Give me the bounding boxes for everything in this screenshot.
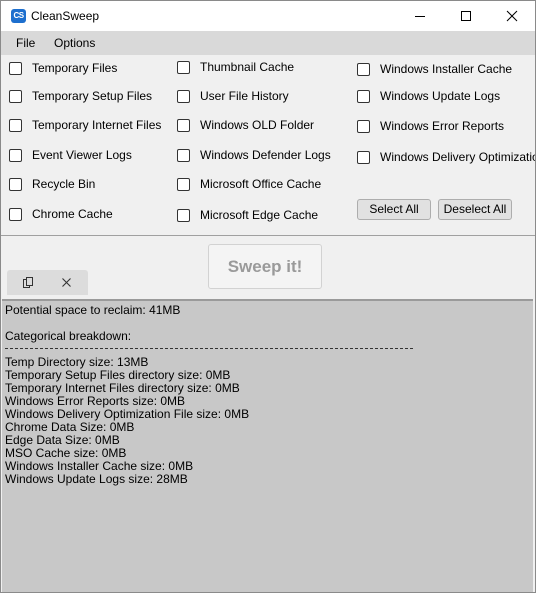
checkbox-temporary-setup-files[interactable]: Temporary Setup Files bbox=[9, 87, 152, 105]
checkbox-label: Windows OLD Folder bbox=[200, 118, 315, 132]
copy-icon[interactable] bbox=[23, 277, 33, 288]
checkbox-box[interactable] bbox=[9, 148, 22, 162]
checkbox-box[interactable] bbox=[177, 148, 190, 162]
checkbox-recycle-bin[interactable]: Recycle Bin bbox=[9, 175, 95, 193]
checkbox-event-viewer-logs[interactable]: Event Viewer Logs bbox=[9, 146, 132, 164]
deselect-all-button[interactable]: Deselect All bbox=[438, 199, 512, 220]
checkbox-label: Temporary Setup Files bbox=[32, 89, 153, 103]
checkbox-temporary-files[interactable]: Temporary Files bbox=[9, 59, 117, 77]
checkbox-box[interactable] bbox=[357, 119, 370, 133]
menu-options[interactable]: Options bbox=[54, 36, 95, 50]
app-logo-icon: CS bbox=[11, 9, 26, 23]
checkbox-temporary-internet-files[interactable]: Temporary Internet Files bbox=[9, 116, 161, 134]
checkbox-windows-update-logs[interactable]: Windows Update Logs bbox=[357, 87, 500, 105]
checkbox-box[interactable] bbox=[177, 208, 190, 222]
checkbox-label: Microsoft Edge Cache bbox=[200, 208, 319, 222]
checkbox-microsoft-office-cache[interactable]: Microsoft Office Cache bbox=[177, 175, 321, 193]
checkbox-label: Windows Update Logs bbox=[380, 89, 501, 103]
checkbox-label: Temporary Files bbox=[32, 61, 118, 75]
checkbox-windows-old-folder[interactable]: Windows OLD Folder bbox=[177, 116, 314, 134]
checkbox-box[interactable] bbox=[9, 207, 22, 221]
checkbox-box[interactable] bbox=[177, 118, 190, 132]
output-panel[interactable]: Potential space to reclaim: 41MB Categor… bbox=[2, 299, 533, 592]
sweep-button[interactable]: Sweep it! bbox=[208, 244, 322, 289]
checkbox-box[interactable] bbox=[177, 60, 190, 74]
checkbox-windows-installer-cache[interactable]: Windows Installer Cache bbox=[357, 60, 512, 78]
section-divider bbox=[1, 235, 535, 236]
checkbox-windows-error-reports[interactable]: Windows Error Reports bbox=[357, 117, 504, 135]
maximize-icon bbox=[461, 11, 471, 21]
checkbox-label: Chrome Cache bbox=[32, 207, 113, 221]
checkbox-windows-delivery-optimization[interactable]: Windows Delivery Optimization bbox=[357, 148, 536, 166]
checkbox-thumbnail-cache[interactable]: Thumbnail Cache bbox=[177, 58, 294, 76]
select-all-button[interactable]: Select All bbox=[357, 199, 431, 220]
checkbox-label: Windows Defender Logs bbox=[200, 148, 331, 162]
output-text: Potential space to reclaim: 41MB Categor… bbox=[5, 304, 249, 486]
checkbox-label: User File History bbox=[200, 89, 289, 103]
checkbox-label: Temporary Internet Files bbox=[32, 118, 162, 132]
breakdown-heading: Categorical breakdown: bbox=[5, 329, 132, 343]
checkbox-box[interactable] bbox=[177, 89, 190, 103]
checkbox-box[interactable] bbox=[357, 150, 370, 164]
checkbox-box[interactable] bbox=[9, 61, 22, 75]
potential-space-line: Potential space to reclaim: 41MB bbox=[5, 303, 181, 317]
checkbox-label: Event Viewer Logs bbox=[32, 148, 132, 162]
checkbox-label: Microsoft Office Cache bbox=[200, 177, 322, 191]
checkbox-windows-defender-logs[interactable]: Windows Defender Logs bbox=[177, 146, 331, 164]
title-bar: CS CleanSweep bbox=[1, 1, 535, 31]
checkbox-box[interactable] bbox=[9, 177, 22, 191]
checkbox-box[interactable] bbox=[357, 62, 370, 76]
checkbox-user-file-history[interactable]: User File History bbox=[177, 87, 289, 105]
output-line: Windows Update Logs size: 28MB bbox=[5, 472, 188, 486]
checkbox-label: Windows Error Reports bbox=[380, 119, 505, 133]
minimize-button[interactable] bbox=[397, 1, 443, 31]
checkbox-box[interactable] bbox=[9, 89, 22, 103]
close-window-button[interactable] bbox=[489, 1, 535, 31]
checkbox-box[interactable] bbox=[9, 118, 22, 132]
checkbox-label: Windows Delivery Optimization bbox=[380, 150, 536, 164]
maximize-button[interactable] bbox=[443, 1, 489, 31]
menu-bar: File Options bbox=[1, 31, 535, 55]
checkbox-box[interactable] bbox=[177, 177, 190, 191]
output-toolbar bbox=[7, 270, 88, 295]
minimize-icon bbox=[415, 16, 425, 17]
close-output-icon[interactable] bbox=[62, 278, 71, 287]
checkbox-box[interactable] bbox=[357, 89, 370, 103]
close-icon bbox=[506, 10, 518, 22]
checkbox-label: Thumbnail Cache bbox=[200, 60, 295, 74]
checkbox-chrome-cache[interactable]: Chrome Cache bbox=[9, 205, 113, 223]
window-title: CleanSweep bbox=[31, 9, 100, 23]
checkbox-label: Recycle Bin bbox=[32, 177, 96, 191]
separator-line bbox=[5, 348, 413, 349]
app-window: CS CleanSweep File Options Temporary Fil… bbox=[0, 0, 536, 593]
menu-file[interactable]: File bbox=[16, 36, 35, 50]
checkbox-label: Windows Installer Cache bbox=[380, 62, 513, 76]
checkbox-microsoft-edge-cache[interactable]: Microsoft Edge Cache bbox=[177, 206, 318, 224]
